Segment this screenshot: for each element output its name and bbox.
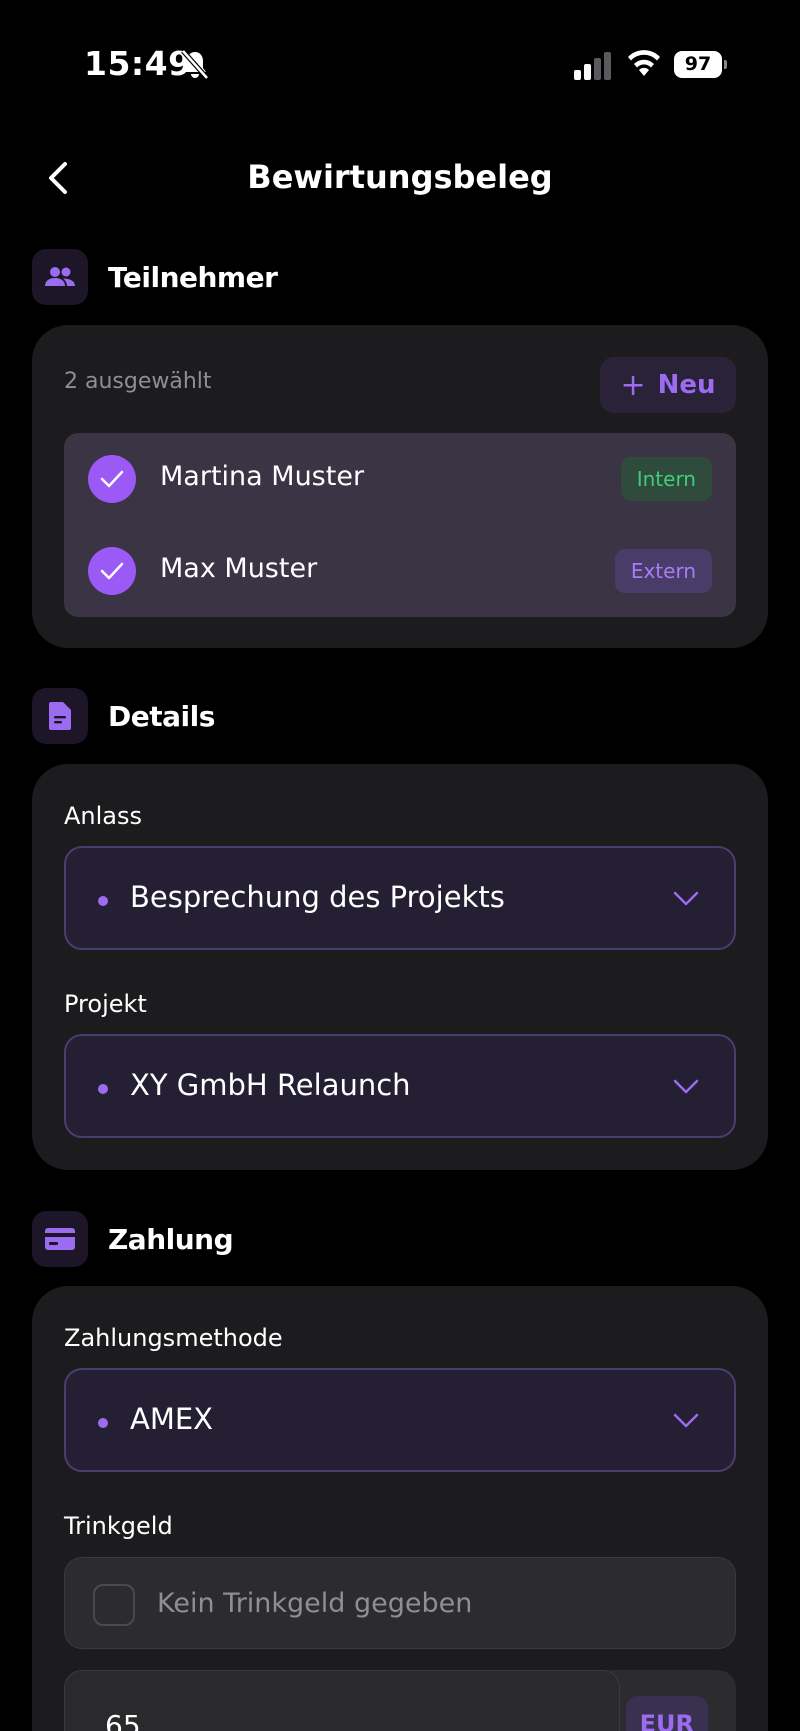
occasion-dropdown[interactable]: Besprechung des Projekts xyxy=(64,846,736,950)
occasion-label: Anlass xyxy=(64,802,143,830)
credit-card-icon xyxy=(32,1211,88,1267)
payment-section-header: Zahlung xyxy=(32,1211,234,1267)
no-tip-checkbox-row[interactable]: Kein Trinkgeld gegeben xyxy=(64,1557,736,1649)
tip-label: Trinkgeld xyxy=(64,1512,173,1540)
participant-list: Martina Muster Intern Max Muster Extern xyxy=(64,433,736,617)
no-tip-text: Kein Trinkgeld gegeben xyxy=(157,1588,473,1619)
chevron-down-icon xyxy=(673,1413,699,1428)
participants-section-header: Teilnehmer xyxy=(32,249,278,305)
page-title: Bewirtungsbeleg xyxy=(247,158,553,196)
battery-indicator: 97 xyxy=(674,51,727,78)
payment-card: Zahlungsmethode AMEX Trinkgeld Kein Trin… xyxy=(32,1286,768,1731)
details-section-header: Details xyxy=(32,688,215,744)
participant-type-badge: Intern xyxy=(620,457,712,501)
battery-nub xyxy=(724,60,727,69)
details-card: Anlass Besprechung des Projekts Projekt … xyxy=(32,764,768,1170)
no-tip-checkbox[interactable] xyxy=(93,1584,135,1626)
participant-name: Max Muster xyxy=(160,553,318,584)
participant-row[interactable]: Martina Muster Intern xyxy=(64,433,736,525)
payment-method-dropdown[interactable]: AMEX xyxy=(64,1368,736,1472)
payment-method-label: Zahlungsmethode xyxy=(64,1324,283,1352)
battery-level: 97 xyxy=(674,51,722,78)
wifi-icon xyxy=(628,50,660,76)
participant-row[interactable]: Max Muster Extern xyxy=(64,525,736,617)
currency-selector[interactable]: EUR xyxy=(625,1696,708,1731)
participants-section-title: Teilnehmer xyxy=(108,260,278,294)
bell-muted-icon xyxy=(181,49,209,80)
status-bar: 15:49 97 xyxy=(0,0,800,120)
checkmark-icon[interactable] xyxy=(88,547,136,595)
participant-type-badge: Extern xyxy=(614,549,712,593)
project-value: XY GmbH Relaunch xyxy=(130,1068,411,1102)
project-dropdown[interactable]: XY GmbH Relaunch xyxy=(64,1034,736,1138)
tip-amount-input[interactable]: 65 xyxy=(64,1670,620,1731)
bullet-dot xyxy=(98,896,108,906)
selected-count: 2 ausgewählt xyxy=(64,369,212,394)
bullet-dot xyxy=(98,1084,108,1094)
document-icon xyxy=(32,688,88,744)
new-participant-button[interactable]: + Neu xyxy=(600,357,736,413)
people-icon xyxy=(32,249,88,305)
chevron-down-icon xyxy=(673,891,699,906)
occasion-value: Besprechung des Projekts xyxy=(130,880,505,914)
plus-icon: + xyxy=(620,367,646,403)
tip-amount-field: 65 EUR xyxy=(64,1670,736,1731)
tip-amount-value: 65 xyxy=(105,1709,141,1731)
details-section-title: Details xyxy=(108,699,215,733)
payment-section-title: Zahlung xyxy=(108,1222,234,1256)
new-button-label: Neu xyxy=(657,370,716,400)
status-time: 15:49 xyxy=(84,44,192,83)
cellular-signal-icon xyxy=(574,52,611,80)
project-label: Projekt xyxy=(64,990,147,1018)
participants-card: 2 ausgewählt + Neu Martina Muster Intern… xyxy=(32,325,768,648)
checkmark-icon[interactable] xyxy=(88,455,136,503)
payment-method-value: AMEX xyxy=(130,1402,214,1436)
participant-name: Martina Muster xyxy=(160,461,365,492)
bullet-dot xyxy=(98,1418,108,1428)
chevron-down-icon xyxy=(673,1079,699,1094)
